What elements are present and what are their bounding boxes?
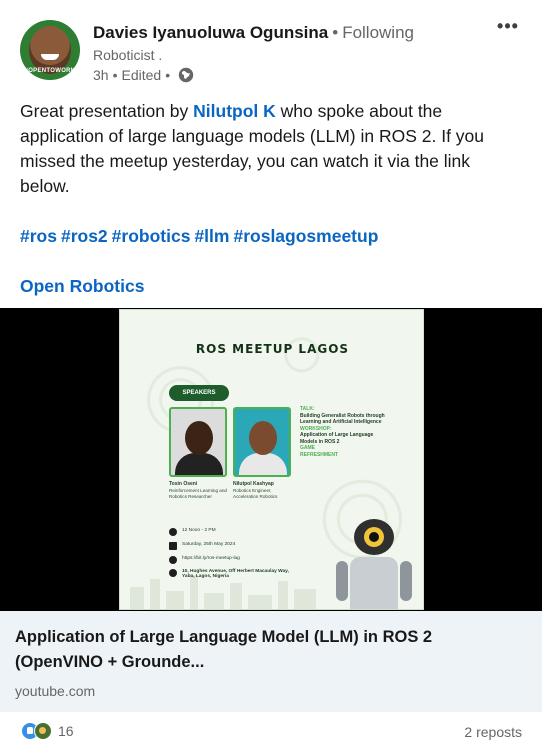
mention-link[interactable]: Nilutpol K	[193, 101, 276, 121]
hashtag-list: #ros #ros2 #robotics #llm #roslagosmeetup	[20, 224, 382, 249]
speakers-label: SPEAKERS	[169, 385, 229, 401]
clock-icon	[169, 528, 177, 536]
hashtag-robotics[interactable]: #robotics	[112, 226, 191, 246]
robot-arm	[336, 561, 348, 601]
hashtag-ros[interactable]: #ros	[20, 226, 57, 246]
edited-label: Edited	[121, 67, 162, 83]
event-url: https://bit.ly/ros-meetup-lag	[182, 556, 240, 561]
speaker-role: Robotics Engineer, Acceleration Robotics	[233, 488, 278, 499]
reposts-count[interactable]: 2 reposts	[464, 724, 522, 740]
speaker-head	[249, 421, 277, 455]
org-link-open-robotics[interactable]: Open Robotics	[20, 274, 144, 299]
separator-dot: •	[332, 23, 339, 42]
link-preview-card[interactable]: Application of Large Language Model (LLM…	[0, 611, 542, 712]
location-pin-icon	[169, 569, 177, 577]
event-date-row: Saturday, 25th May 2024	[169, 542, 235, 550]
event-time: 12 Noon - 2 PM	[182, 528, 216, 533]
event-date: Saturday, 25th May 2024	[182, 542, 236, 547]
post-body: Great presentation by Nilutpol K who spo…	[20, 99, 520, 199]
poster-title: ROS MEETUP LAGOS	[195, 342, 350, 356]
speaker-photo	[233, 407, 291, 477]
speaker-head	[185, 421, 213, 455]
post-header: #OPENTOWORK Davies Iyanuoluwa Ogunsina • F…	[0, 0, 542, 96]
web-icon	[169, 556, 177, 564]
event-url-row: https://bit.ly/ros-meetup-lag	[169, 556, 240, 564]
globe-icon	[178, 67, 194, 83]
robot-illustration	[332, 513, 412, 609]
robot-arm	[400, 561, 412, 601]
robot-pupil	[369, 532, 379, 542]
talk-details: TALK: Building Generalist Robots through…	[300, 406, 390, 458]
robot-body	[350, 557, 398, 609]
author-line: Davies Iyanuoluwa Ogunsina • Following	[93, 23, 414, 43]
separator-dot: •	[165, 67, 171, 83]
event-address-row: 10, Hughes Avenue, Off Herbert Macaulay …	[169, 569, 289, 579]
link-preview-title[interactable]: Application of Large Language Model (LLM…	[15, 625, 515, 675]
author-avatar[interactable]: #OPENTOWORK	[20, 20, 80, 80]
separator-dot: •	[112, 67, 118, 83]
speaker-role: Reinforcement Learning and Robotics Rese…	[169, 488, 227, 499]
talk-title: Building Generalist Robots through Learn…	[300, 412, 385, 426]
event-poster: ROS MEETUP LAGOS SPEAKERS Tosin Oseni Re…	[119, 309, 424, 610]
author-headline: Roboticist .	[93, 47, 163, 63]
hashtag-roslagosmeetup[interactable]: #roslagosmeetup	[233, 226, 378, 246]
post-meta: 3h • Edited •	[93, 67, 194, 83]
speaker-name: Nilutpol Kashyap	[233, 481, 274, 487]
social-counts-bar: 16 2 reposts	[0, 712, 542, 747]
reaction-count[interactable]: 16	[58, 723, 74, 739]
post-body-text: Great presentation by	[20, 101, 194, 121]
event-address: 10, Hughes Avenue, Off Herbert Macaulay …	[182, 569, 289, 579]
reactions-summary[interactable]: 16	[21, 722, 74, 740]
calendar-icon	[169, 542, 177, 550]
refreshment-label: REFRESHMENT	[300, 451, 339, 458]
workshop-title: Application of Large Language Models in …	[300, 432, 374, 445]
more-options-button[interactable]: •••	[492, 16, 524, 40]
speaker-photo	[169, 407, 227, 477]
hashtag-ros2[interactable]: #ros2	[61, 226, 108, 246]
link-preview-image[interactable]: ROS MEETUP LAGOS SPEAKERS Tosin Oseni Re…	[0, 308, 542, 611]
speaker-shoulders	[175, 453, 223, 475]
speaker-name: Tosin Oseni	[169, 481, 198, 487]
link-preview-domain: youtube.com	[15, 683, 96, 699]
follow-status[interactable]: Following	[342, 23, 414, 42]
speaker-shoulders	[239, 453, 287, 475]
celebrate-reaction-icon	[34, 722, 52, 740]
hashtag-llm[interactable]: #llm	[194, 226, 229, 246]
post-time: 3h	[93, 67, 109, 83]
open-to-work-badge: #OPENTOWORK	[24, 68, 76, 74]
author-name[interactable]: Davies Iyanuoluwa Ogunsina	[93, 23, 328, 42]
event-time-row: 12 Noon - 2 PM	[169, 528, 216, 536]
